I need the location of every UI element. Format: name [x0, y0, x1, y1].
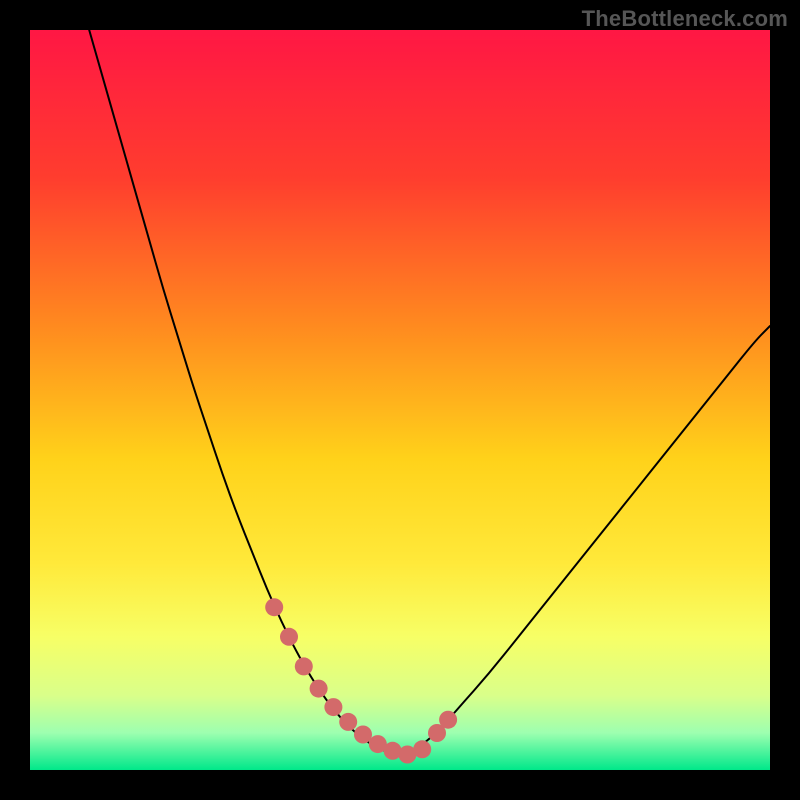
plot-background — [30, 30, 770, 770]
chart-frame: TheBottleneck.com — [0, 0, 800, 800]
highlight-marker — [354, 726, 372, 744]
plot-area — [30, 30, 770, 770]
highlight-marker — [265, 598, 283, 616]
highlight-marker — [310, 680, 328, 698]
highlight-marker — [413, 740, 431, 758]
highlight-marker — [295, 657, 313, 675]
highlight-marker — [324, 698, 342, 716]
highlight-marker — [280, 628, 298, 646]
watermark-text: TheBottleneck.com — [582, 6, 788, 32]
highlight-marker — [439, 711, 457, 729]
highlight-marker — [339, 713, 357, 731]
chart-svg — [30, 30, 770, 770]
